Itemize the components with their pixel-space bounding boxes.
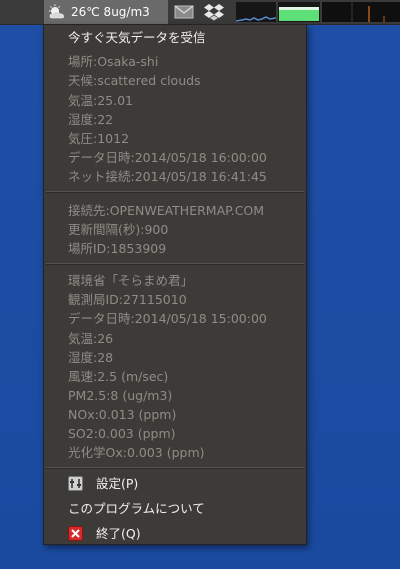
info-soramame-title: 環境省「そらまめ君」	[68, 273, 194, 288]
dropbox-icon[interactable]	[204, 3, 224, 21]
menu-separator	[46, 467, 304, 469]
weather-indicator-label: 26℃ 8ug/m3	[71, 5, 150, 19]
info-update-interval: 更新間隔(秒):900	[68, 222, 169, 237]
info-photochemical-ox: 光化学Ox:0.003 (ppm)	[68, 445, 205, 460]
menu-item-about[interactable]: このプログラムについて	[44, 499, 306, 518]
menu-separator	[46, 263, 304, 265]
weather-indicator[interactable]: 26℃ 8ug/m3	[44, 0, 168, 24]
network-load-graph	[236, 2, 276, 22]
info-wind-speed: 風速:2.5 (m/sec)	[68, 369, 169, 384]
info-pm25: PM2.5:8 (ug/m3)	[68, 388, 173, 403]
info-nox: NOx:0.013 (ppm)	[68, 407, 177, 422]
info-temperature: 気温:25.01	[68, 93, 133, 108]
menu-item-quit-label: 終了(Q)	[96, 526, 141, 541]
info-humidity: 湿度:22	[68, 112, 114, 127]
info-pressure: 気圧:1012	[68, 131, 130, 146]
info-location-id: 場所ID:1853909	[68, 241, 167, 256]
info-soramame-temperature: 気温:26	[68, 331, 114, 346]
weather-dropdown-menu: 今すぐ天気データを受信 場所:Osaka-shi 天候:scattered cl…	[43, 24, 307, 545]
cpu-graph	[322, 2, 400, 22]
menu-item-settings-label: 設定(P)	[96, 476, 139, 491]
top-panel: 26℃ 8ug/m3	[0, 0, 400, 25]
info-location: 場所:Osaka-shi	[68, 54, 159, 69]
cloud-icon	[49, 4, 64, 19]
info-net-connect-time: ネット接続:2014/05/18 16:41:45	[68, 169, 267, 184]
settings-icon	[68, 476, 83, 491]
panel-left-area	[0, 0, 42, 24]
menu-item-receive-now[interactable]: 今すぐ天気データを受信	[44, 28, 306, 47]
mail-icon[interactable]	[174, 5, 194, 19]
memory-graph	[278, 2, 320, 22]
info-so2: SO2:0.003 (ppm)	[68, 426, 176, 441]
menu-item-settings[interactable]: 設定(P)	[44, 474, 306, 493]
menu-separator	[46, 191, 304, 193]
info-condition: 天候:scattered clouds	[68, 73, 201, 88]
info-soramame-data-time: データ日時:2014/05/18 15:00:00	[68, 311, 267, 326]
info-data-time: データ日時:2014/05/18 16:00:00	[68, 150, 267, 165]
info-server: 接続先:OPENWEATHERMAP.COM	[68, 203, 265, 218]
info-soramame-humidity: 湿度:28	[68, 350, 114, 365]
quit-icon	[68, 526, 83, 541]
menu-item-quit[interactable]: 終了(Q)	[44, 524, 306, 543]
info-station-id: 観測局ID:27115010	[68, 292, 187, 307]
